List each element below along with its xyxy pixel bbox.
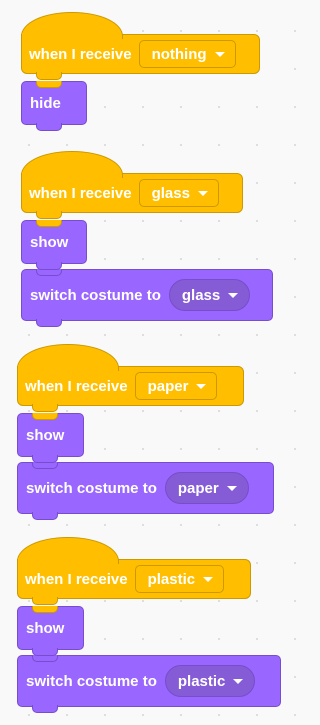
caret-down-icon: [203, 576, 214, 582]
when-i-receive-hat-block[interactable]: when I receive plastic: [17, 537, 251, 605]
block-label: switch costume to: [26, 672, 157, 690]
caret-down-icon: [196, 383, 207, 389]
caret-down-icon: [228, 292, 239, 298]
message-name: plastic: [147, 570, 196, 588]
script-receive-paper: when I receive paper show switch costume…: [17, 344, 274, 520]
caret-down-icon: [233, 678, 244, 684]
message-dropdown[interactable]: plastic: [134, 565, 225, 593]
when-i-receive-hat-block[interactable]: when I receive nothing: [21, 12, 260, 80]
message-dropdown[interactable]: paper: [134, 372, 218, 400]
caret-down-icon: [226, 485, 237, 491]
hat-label: when I receive: [25, 377, 128, 395]
when-i-receive-hat-block[interactable]: when I receive glass: [21, 151, 243, 219]
message-dropdown[interactable]: glass: [138, 179, 219, 207]
block-label: show: [26, 426, 65, 444]
block-label: hide: [30, 94, 61, 112]
caret-down-icon: [197, 190, 208, 196]
block-label: switch costume to: [30, 286, 161, 304]
switch-costume-block[interactable]: switch costume to plastic: [17, 655, 281, 713]
script-receive-plastic: when I receive plastic show switch costu…: [17, 537, 281, 713]
hat-label: when I receive: [29, 45, 132, 63]
message-name: glass: [151, 184, 190, 202]
script-receive-nothing: when I receive nothing hide: [21, 12, 260, 131]
message-name: paper: [147, 377, 189, 395]
hat-label: when I receive: [25, 570, 128, 588]
script-receive-glass: when I receive glass show switch costume…: [21, 151, 273, 327]
hat-label: when I receive: [29, 184, 132, 202]
show-block[interactable]: show: [21, 220, 87, 270]
costume-menu[interactable]: plastic: [164, 665, 256, 697]
block-label: show: [30, 233, 69, 251]
switch-costume-block[interactable]: switch costume to paper: [17, 462, 274, 520]
block-label: show: [26, 619, 65, 637]
hide-block[interactable]: hide: [21, 81, 87, 131]
when-i-receive-hat-block[interactable]: when I receive paper: [17, 344, 244, 412]
block-label: switch costume to: [26, 479, 157, 497]
costume-menu[interactable]: paper: [164, 472, 249, 504]
costume-menu[interactable]: glass: [168, 279, 251, 311]
caret-down-icon: [214, 51, 225, 57]
show-block[interactable]: show: [17, 413, 84, 463]
show-block[interactable]: show: [17, 606, 84, 656]
message-dropdown[interactable]: nothing: [138, 40, 236, 68]
switch-costume-block[interactable]: switch costume to glass: [21, 269, 273, 327]
costume-name: glass: [181, 286, 221, 304]
costume-name: paper: [177, 479, 219, 497]
message-name: nothing: [151, 45, 207, 63]
costume-name: plastic: [177, 672, 226, 690]
